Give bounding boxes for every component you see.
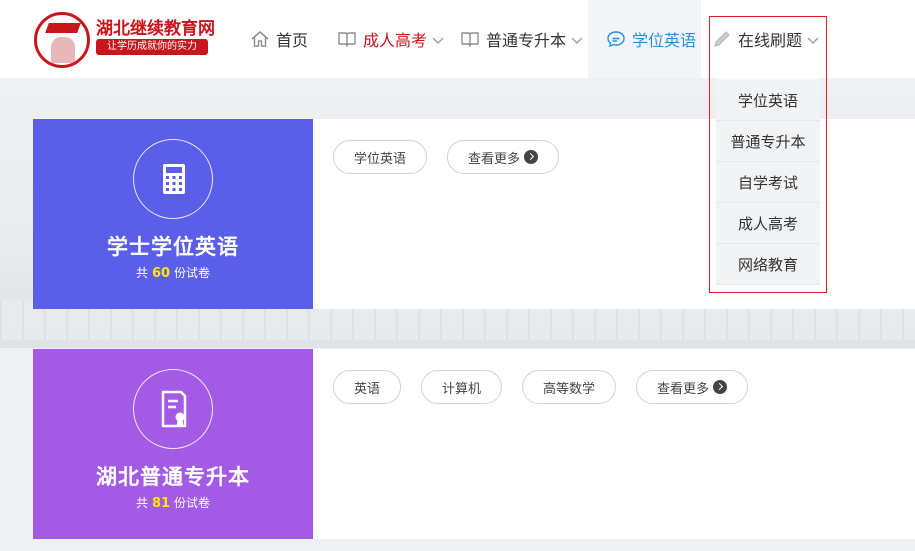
certificate-icon (133, 369, 213, 449)
nav-upgrade[interactable]: 普通专升本 (460, 0, 584, 78)
arrow-right-circle-icon (524, 150, 539, 164)
nav-upgrade-label: 普通专升本 (486, 31, 567, 50)
more-label: 查看更多 (468, 151, 521, 167)
nav-degree-english-label: 学位英语 (632, 31, 697, 50)
more-label: 查看更多 (657, 381, 710, 397)
arrow-right-circle-icon (713, 380, 728, 394)
nav-online-practice[interactable]: 在线刷题 (712, 0, 820, 78)
card-paper-count: 共 60 份试卷 (135, 266, 211, 281)
tag-button[interactable]: 高等数学 (522, 370, 617, 404)
card-banner[interactable]: 湖北普通专升本 共 81 份试卷 (33, 349, 313, 539)
tag-button[interactable]: 英语 (333, 370, 402, 404)
dropdown-item-upgrade[interactable]: 普通专升本 (716, 121, 820, 162)
chat-bubble-icon (606, 29, 626, 49)
more-button[interactable]: 查看更多 (447, 140, 560, 174)
exam-card-upgrade: 湖北普通专升本 共 81 份试卷 英语 计算机 高等数学 查看更多 (33, 349, 915, 539)
home-icon (250, 29, 270, 49)
tag-button[interactable]: 计算机 (421, 370, 503, 404)
calculator-icon (133, 139, 213, 219)
logo-slogan: 让学历成就你的实力 (96, 39, 208, 55)
chevron-down-icon (806, 32, 820, 46)
site-logo[interactable]: 湖北继续教育网 让学历成就你的实力 (30, 10, 215, 68)
logo-title: 湖北继续教育网 (96, 19, 215, 39)
online-practice-dropdown: 学位英语 普通专升本 自学考试 成人高考 网络教育 (716, 78, 820, 285)
nav-home[interactable]: 首页 (250, 0, 308, 78)
card-tags: 英语 计算机 高等数学 查看更多 (333, 370, 749, 404)
dropdown-item-online-edu[interactable]: 网络教育 (716, 244, 820, 285)
chevron-down-icon (431, 32, 445, 46)
site-header: 湖北继续教育网 让学历成就你的实力 首页 成人高考 普通专升本 学位英语 在线刷… (0, 0, 915, 78)
logo-emblem-icon (34, 12, 90, 68)
card-title: 湖北普通专升本 (96, 465, 250, 489)
book-icon (337, 29, 357, 49)
card-banner[interactable]: 学士学位英语 共 60 份试卷 (33, 119, 313, 309)
dropdown-item-degree-english[interactable]: 学位英语 (716, 80, 820, 121)
pencil-icon (712, 29, 732, 49)
more-button[interactable]: 查看更多 (636, 370, 749, 404)
book-icon (460, 29, 480, 49)
tag-button[interactable]: 学位英语 (333, 140, 428, 174)
nav-degree-english[interactable]: 学位英语 (588, 0, 701, 78)
card-paper-count: 共 81 份试卷 (135, 496, 211, 511)
card-tags: 学位英语 查看更多 (333, 140, 560, 174)
chevron-down-icon (570, 32, 584, 46)
dropdown-item-self-exam[interactable]: 自学考试 (716, 162, 820, 203)
nav-adult-exam[interactable]: 成人高考 (337, 0, 445, 78)
nav-adult-exam-label: 成人高考 (363, 31, 428, 50)
dropdown-item-adult-exam[interactable]: 成人高考 (716, 203, 820, 244)
nav-online-practice-label: 在线刷题 (738, 31, 803, 50)
card-title: 学士学位英语 (107, 235, 239, 259)
nav-home-label: 首页 (276, 31, 309, 50)
